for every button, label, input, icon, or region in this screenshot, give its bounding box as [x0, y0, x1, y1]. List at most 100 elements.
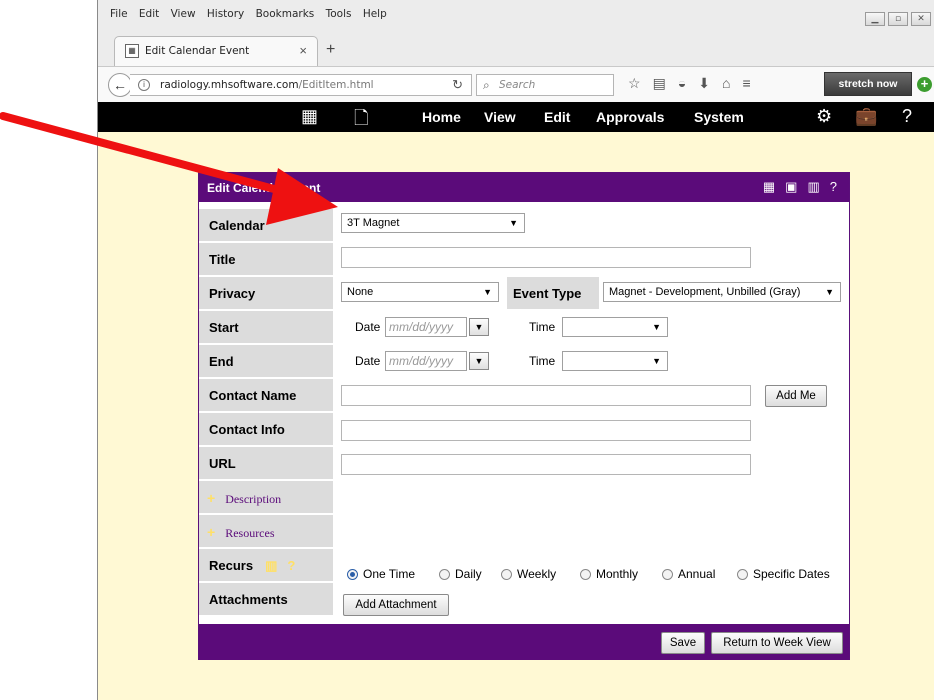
- recur-daily[interactable]: Daily: [439, 566, 482, 582]
- recur-one-time-label: One Time: [363, 567, 416, 581]
- description-toggle[interactable]: + Description: [199, 481, 333, 514]
- contact-info-input[interactable]: [341, 420, 751, 441]
- nav-approvals[interactable]: Approvals: [596, 109, 664, 125]
- recur-weekly-label: Weekly: [517, 567, 557, 581]
- end-date-input[interactable]: mm/dd/yyyy: [385, 351, 467, 371]
- end-date-label: Date: [355, 354, 381, 368]
- search-placeholder: Search: [499, 79, 536, 91]
- recurs-film-icon[interactable]: ▥: [265, 558, 277, 573]
- navigation-bar: ← i radiology.mhsoftware.com/EditItem.ht…: [98, 66, 934, 102]
- calendar-icon[interactable]: ▦: [301, 106, 318, 127]
- info-icon[interactable]: i: [138, 79, 150, 91]
- menu-tools[interactable]: Tools: [326, 8, 352, 20]
- contact-name-input[interactable]: [341, 385, 751, 406]
- radio-icon: [501, 568, 512, 580]
- film-icon[interactable]: ▥: [807, 179, 819, 195]
- description-label: Description: [225, 492, 282, 506]
- tab-title: Edit Calendar Event: [145, 45, 250, 57]
- tab-edit-calendar-event[interactable]: ▦ Edit Calendar Event ×: [114, 36, 318, 66]
- back-arrow-icon[interactable]: ←: [108, 73, 132, 97]
- add-me-button[interactable]: Add Me: [765, 385, 827, 407]
- search-input[interactable]: ⌕ Search: [476, 74, 614, 96]
- nav-system[interactable]: System: [694, 109, 744, 125]
- recur-specific-dates[interactable]: Specific Dates: [737, 566, 830, 582]
- menu-edit[interactable]: Edit: [139, 8, 159, 20]
- save-disk-icon[interactable]: ▣: [785, 179, 797, 195]
- menu-bar: File Edit View History Bookmarks Tools H…: [98, 0, 934, 28]
- title-input[interactable]: [341, 247, 751, 268]
- recur-annual-label: Annual: [678, 567, 716, 581]
- pocket-icon[interactable]: ◒: [678, 75, 686, 92]
- expand-plus-icon: +: [207, 524, 216, 540]
- recurs-label: Recurs: [209, 558, 254, 573]
- chevron-down-icon: ▼: [825, 287, 834, 297]
- recur-monthly[interactable]: Monthly: [580, 566, 638, 582]
- calendar-favicon-icon: ▦: [125, 44, 139, 58]
- form-header: Edit Calendar Event ▦ ▣ ▥ ?: [199, 173, 849, 202]
- recurs-help-icon[interactable]: ?: [287, 558, 295, 573]
- start-time-select[interactable]: ▼: [562, 317, 668, 337]
- event-type-label: Event Type: [507, 277, 599, 310]
- recur-annual[interactable]: Annual: [662, 566, 715, 582]
- radio-icon: [439, 568, 450, 580]
- add-attachment-button[interactable]: Add Attachment: [343, 594, 449, 616]
- event-type-select-value: Magnet - Development, Unbilled (Gray): [609, 286, 801, 298]
- url-bar[interactable]: i radiology.mhsoftware.com/EditItem.html…: [130, 74, 472, 96]
- new-tab-button[interactable]: +: [326, 41, 335, 59]
- close-window-icon[interactable]: ✕: [911, 12, 931, 26]
- stretch-now-button[interactable]: stretch now: [824, 72, 912, 96]
- download-icon[interactable]: ⬇: [698, 75, 710, 92]
- home-icon[interactable]: ⌂: [722, 75, 730, 92]
- start-date-dropdown-icon[interactable]: ▼: [469, 318, 489, 336]
- tab-close-icon[interactable]: ×: [299, 43, 307, 58]
- save-button[interactable]: Save: [661, 632, 705, 654]
- privacy-select[interactable]: None ▼: [341, 282, 499, 302]
- event-type-select[interactable]: Magnet - Development, Unbilled (Gray) ▼: [603, 282, 841, 302]
- browser-window: File Edit View History Bookmarks Tools H…: [97, 0, 934, 700]
- end-time-select[interactable]: ▼: [562, 351, 668, 371]
- start-date-input[interactable]: mm/dd/yyyy: [385, 317, 467, 337]
- minimize-icon[interactable]: ▁: [865, 12, 885, 26]
- radio-icon: [737, 568, 748, 580]
- menu-bookmarks[interactable]: Bookmarks: [256, 8, 315, 20]
- maximize-icon[interactable]: ▫: [888, 12, 908, 26]
- menu-help[interactable]: Help: [363, 8, 387, 20]
- menu-view[interactable]: View: [171, 8, 196, 20]
- bookmark-star-icon[interactable]: ☆: [628, 75, 641, 92]
- calendar-icon[interactable]: ▦: [763, 179, 775, 195]
- url-label: URL: [199, 447, 333, 480]
- radio-selected-icon: [347, 568, 358, 580]
- url-text: radiology.mhsoftware.com/EditItem.html: [160, 79, 374, 91]
- help-circle-icon[interactable]: ?: [830, 179, 837, 195]
- return-to-week-view-button[interactable]: Return to Week View: [711, 632, 843, 654]
- calendar-select[interactable]: 3T Magnet ▼: [341, 213, 525, 233]
- menu-history[interactable]: History: [207, 8, 244, 20]
- calendar-label: Calendar: [199, 209, 333, 242]
- recur-weekly[interactable]: Weekly: [501, 566, 556, 582]
- nav-edit[interactable]: Edit: [544, 109, 570, 125]
- hamburger-menu-icon[interactable]: ≡: [742, 75, 750, 92]
- reload-icon[interactable]: ↻: [452, 77, 463, 93]
- chevron-down-icon: ▼: [652, 356, 661, 366]
- reading-list-icon[interactable]: ▤: [653, 75, 666, 92]
- add-plus-icon[interactable]: +: [917, 77, 932, 92]
- start-time-label: Time: [529, 320, 556, 334]
- recur-one-time[interactable]: One Time: [347, 566, 415, 582]
- help-icon[interactable]: ?: [902, 106, 912, 127]
- nav-home[interactable]: Home: [422, 109, 461, 125]
- url-input[interactable]: [341, 454, 751, 475]
- window-controls: ▁ ▫ ✕: [865, 12, 931, 26]
- nav-view[interactable]: View: [484, 109, 516, 125]
- title-label: Title: [199, 243, 333, 276]
- radio-icon: [580, 568, 591, 580]
- recur-specific-dates-label: Specific Dates: [753, 567, 830, 581]
- header-icons: ▦ ▣ ▥ ?: [763, 179, 837, 195]
- edit-event-form: Edit Calendar Event ▦ ▣ ▥ ? Calendar Tit…: [198, 172, 850, 660]
- briefcase-icon[interactable]: 💼: [855, 106, 877, 127]
- form-footer: Save Return to Week View: [199, 624, 849, 660]
- end-date-dropdown-icon[interactable]: ▼: [469, 352, 489, 370]
- gear-icon[interactable]: ⚙: [816, 106, 832, 127]
- new-document-icon[interactable]: 🗋: [354, 106, 368, 136]
- resources-toggle[interactable]: + Resources: [199, 515, 333, 548]
- menu-file[interactable]: File: [110, 8, 128, 20]
